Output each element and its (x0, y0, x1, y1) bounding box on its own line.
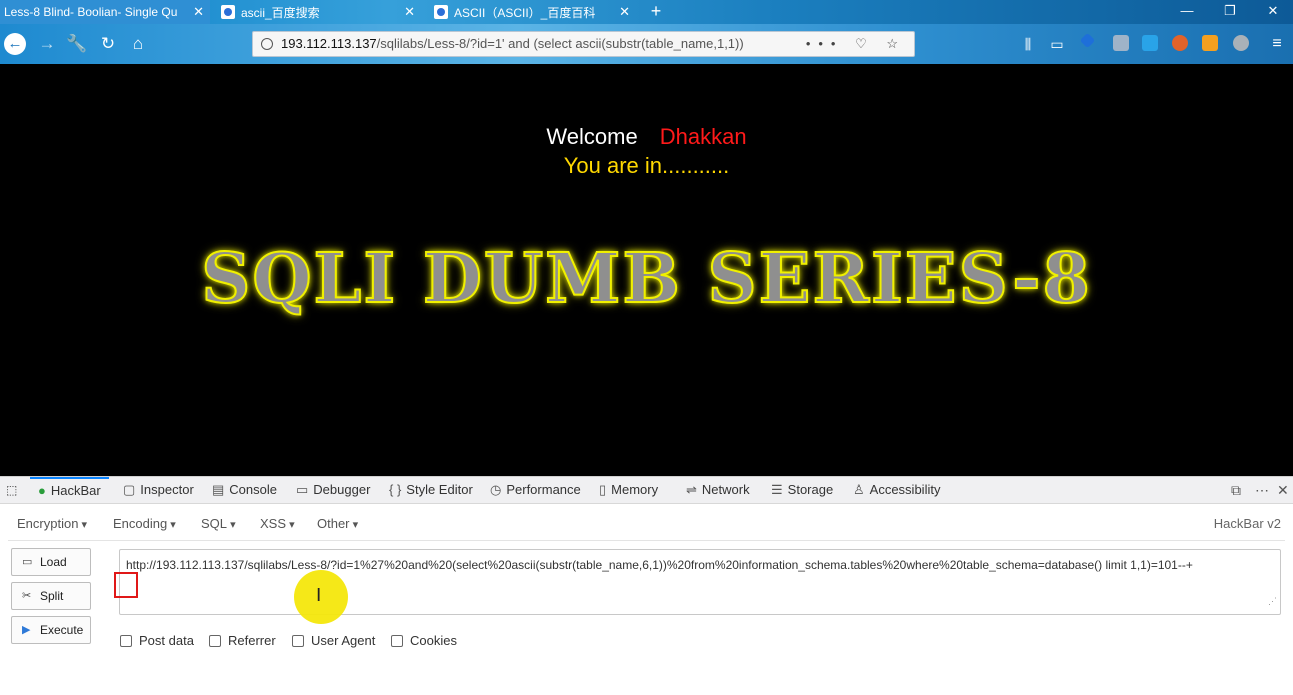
home-icon[interactable]: ⌂ (127, 33, 149, 55)
site-info-icon[interactable] (261, 38, 273, 50)
tab-less8[interactable]: Less-8 Blind- Boolian- Single Qu ✕ (0, 0, 210, 24)
tab-ascii-search[interactable]: ascii_百度搜索 ✕ (213, 0, 421, 24)
tab-title: Less-8 Blind- Boolian- Single Qu (4, 5, 178, 19)
inspector-icon: ▢ (123, 482, 136, 497)
tab-strip: Less-8 Blind- Boolian- Single Qu ✕ ascii… (0, 0, 1293, 24)
welcome-label: Welcome (546, 124, 638, 149)
close-devtools-icon[interactable]: ✕ (1277, 482, 1289, 499)
tab-title: ASCII（ASCII）_百度百科 (454, 5, 596, 20)
hackbar-panel: Encryption Encoding SQL XSS Other HackBa… (0, 504, 1293, 695)
execute-button[interactable]: ▶ Execute (11, 616, 91, 644)
reload-icon[interactable]: ↻ (97, 33, 119, 55)
devtools-tabbar: ⬚ ● HackBar ▢ Inspector ▤ Console ▭ Debugger… (0, 476, 1293, 504)
baidu-favicon-icon (434, 5, 448, 19)
network-icon: ⇌ (686, 482, 697, 497)
minimize-window-icon[interactable]: — (1167, 0, 1207, 24)
tab-hackbar[interactable]: ● HackBar (30, 477, 109, 504)
style-editor-icon: { } (389, 482, 402, 497)
console-icon: ▤ (212, 482, 225, 497)
close-tab-icon[interactable]: ✕ (404, 4, 415, 20)
tab-accessibility[interactable]: ♙ Accessibility (853, 477, 940, 504)
post-data-checkbox[interactable]: Post data (120, 633, 194, 648)
wrench-icon[interactable]: 🔧 (66, 33, 88, 55)
memory-icon: ▯ (599, 482, 607, 497)
checkbox-box[interactable] (209, 634, 221, 647)
dock-side-icon[interactable]: ⧉ (1231, 482, 1241, 499)
split-url-button[interactable]: ✂Split URL (11, 582, 91, 629)
storage-icon: ☰ (771, 482, 783, 497)
debugger-icon: ▭ (296, 482, 309, 497)
extension-ip-icon[interactable] (1202, 35, 1218, 51)
menu-xss[interactable]: XSS (260, 516, 295, 531)
url-host: 193.112.113.137 (281, 36, 377, 51)
checkbox-box[interactable] (120, 634, 132, 647)
load-url-icon: ▭ (22, 556, 33, 568)
tab-console[interactable]: ▤ Console (212, 477, 277, 504)
referrer-checkbox[interactable]: Referrer (209, 633, 276, 648)
series-banner: SQLI DUMB SERIES-8 (200, 238, 1092, 320)
play-icon: ▶ (22, 624, 31, 636)
tab-memory[interactable]: ▯ Memory (599, 477, 658, 504)
text-cursor-icon: I (316, 585, 322, 606)
menu-other[interactable]: Other (317, 516, 358, 531)
extension-ball-icon[interactable] (1172, 35, 1188, 51)
sidebar-icon[interactable]: ▭ (1046, 33, 1068, 55)
status-message: You are in........... (563, 153, 730, 178)
performance-icon: ◷ (490, 482, 502, 497)
extension-diamond-icon[interactable] (1079, 32, 1096, 49)
extension-cube-icon[interactable] (1142, 35, 1158, 51)
tab-performance[interactable]: ◷ Performance (490, 477, 581, 504)
menu-encryption[interactable]: Encryption (17, 516, 87, 531)
baidu-favicon-icon (221, 5, 235, 19)
close-window-icon[interactable]: ✕ (1253, 0, 1293, 24)
hackbar-icon: ● (38, 483, 46, 498)
tab-inspector[interactable]: ▢ Inspector (123, 477, 194, 504)
hamburger-menu-icon[interactable]: ≡ (1266, 33, 1288, 55)
resize-grip-icon[interactable]: ⋰ (1268, 591, 1277, 612)
pick-element-icon[interactable]: ⬚ (6, 477, 22, 504)
cookies-checkbox[interactable]: Cookies (391, 633, 457, 648)
close-tab-icon[interactable]: ✕ (619, 4, 630, 20)
welcome-name: Dhakkan (659, 124, 747, 149)
library-icon[interactable]: ⫼ (1017, 33, 1039, 55)
tab-network[interactable]: ⇌ Network (686, 477, 750, 504)
checkbox-box[interactable] (292, 634, 304, 647)
page-viewport: Welcome Dhakkan You are in........... SQL… (0, 64, 1293, 476)
extension-stack-icon[interactable] (1113, 35, 1129, 51)
navigation-toolbar: ← → 🔧 ↻ ⌂ 193.112.113.137/sqlilabs/Less-… (0, 24, 1293, 64)
address-bar[interactable]: 193.112.113.137/sqlilabs/Less-8/?id=1' a… (252, 31, 915, 57)
tab-style-editor[interactable]: { } Style Editor (389, 477, 473, 504)
extension-gear-icon[interactable] (1233, 35, 1249, 51)
tab-title: ascii_百度搜索 (241, 5, 320, 20)
restore-window-icon[interactable]: ❐ (1210, 0, 1250, 24)
back-arrow-icon[interactable]: ← (4, 33, 26, 55)
more-options-icon[interactable]: ⋯ (1255, 482, 1269, 499)
checkbox-box[interactable] (391, 634, 403, 647)
tab-debugger[interactable]: ▭ Debugger (296, 477, 370, 504)
new-tab-plus-icon[interactable]: + (646, 0, 666, 24)
url-path: /sqlilabs/Less-8/?id=1' and (select asci… (376, 36, 744, 51)
highlight-box (114, 572, 138, 598)
page-actions-icons[interactable]: ••• ♡ ☆ (799, 32, 906, 56)
welcome-line: Welcome Dhakkan (0, 124, 1293, 150)
url-text: http://193.112.113.137/sqlilabs/Less-8/?… (126, 558, 1193, 572)
close-tab-icon[interactable]: ✕ (193, 4, 204, 20)
hackbar-version: HackBar v2 (1213, 516, 1281, 531)
scissors-icon: ✂ (22, 590, 32, 602)
hackbar-url-textarea[interactable]: http://193.112.113.137/sqlilabs/Less-8/?… (119, 549, 1281, 615)
tab-ascii-baike[interactable]: ASCII（ASCII）_百度百科 ✕ (426, 0, 636, 24)
menu-divider (8, 540, 1285, 541)
user-agent-checkbox[interactable]: User Agent (292, 633, 375, 648)
tab-storage[interactable]: ☰ Storage (771, 477, 833, 504)
menu-encoding[interactable]: Encoding (113, 516, 176, 531)
menu-sql[interactable]: SQL (201, 516, 236, 531)
accessibility-icon: ♙ (853, 482, 865, 497)
load-url-button[interactable]: ▭Load URL (11, 548, 91, 595)
forward-arrow-icon[interactable]: → (36, 33, 58, 55)
